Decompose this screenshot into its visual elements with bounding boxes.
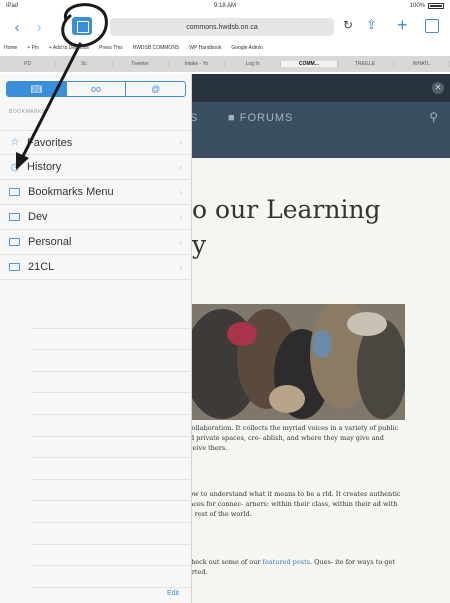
address-bar[interactable]: commons.hwdsb.on.ca [110,18,334,36]
bookmark-item-folder[interactable]: Bookmarks Menu › [0,180,192,205]
sidebar-segmented-control: 📖︎ oo @ [6,81,186,97]
new-tab-button[interactable]: + [397,15,408,36]
favorite-link[interactable]: Press This [99,45,123,51]
book-icon: 📖︎ [30,83,43,94]
chevron-right-icon: › [179,162,182,172]
back-button[interactable]: ‹ [6,20,28,35]
star-icon: ☆ [10,137,20,148]
browser-toolbar: ‹ › commons.hwdsb.on.ca ↻ ⇪ + [0,12,450,42]
chevron-right-icon: › [179,262,182,272]
clock: 9:18 AM [213,3,236,9]
reload-icon[interactable]: ↻ [343,18,353,32]
intro-paragraph: e collaboration. It collects the myriad … [182,424,399,452]
favorite-link[interactable]: + Add to Delicious [49,45,89,51]
shared-links-tab[interactable]: @ [126,82,185,96]
bookmark-item-history[interactable]: ◷ History › [0,155,192,180]
browser-tab[interactable]: TREILLE [338,61,394,67]
folder-icon [9,263,20,271]
forward-button[interactable]: › [28,20,50,35]
status-bar: iPad 9:18 AM 100% [0,0,450,12]
empty-rows [32,307,192,588]
edit-button[interactable]: Edit [167,590,179,597]
cta-paragraph: . Check out some of our featured posts. … [182,558,395,576]
nav-item-forums[interactable]: ■ FORUMS [228,112,293,124]
glasses-icon: oo [91,84,102,94]
browser-tab[interactable]: WHATL [394,61,450,67]
featured-posts-link[interactable]: featured posts [263,558,310,566]
body-paragraph: grow to understand what it means to be a… [182,490,401,518]
page-headline: to our Learning ty [182,195,381,259]
browser-tab-active[interactable]: COMM... [281,61,338,67]
tab-strip: PD Sc Tweeter Intake - Yo Log In COMM...… [0,56,450,72]
bookmarks-sidebar: 📖︎ oo @ BOOKMARKS ☆ Favorites › ◷ Histor… [0,74,192,603]
chevron-right-icon: › [179,212,182,222]
folder-icon [9,213,20,221]
bookmark-item-folder[interactable]: Personal › [0,230,192,255]
tabs-icon[interactable] [425,19,439,33]
chevron-right-icon: › [179,187,182,197]
reading-list-tab[interactable]: oo [67,82,127,96]
search-icon[interactable]: ⚲ [429,110,438,124]
browser-tab[interactable]: Sc [56,61,113,67]
forums-icon: ■ [228,112,236,124]
browser-tab[interactable]: PD [0,61,57,67]
favorite-link[interactable]: HWDSB COMMONS [133,45,180,51]
backpacks-image [182,304,405,420]
hero-photo [182,304,405,420]
browser-tab[interactable]: Tweeter [113,61,169,67]
favorite-link[interactable]: Google Admin [231,45,262,51]
url-text: commons.hwdsb.on.ca [186,23,258,31]
share-icon[interactable]: ⇪ [366,17,377,33]
bookmark-item-folder[interactable]: Dev › [0,205,192,230]
close-icon[interactable]: ✕ [432,82,444,94]
favorite-link[interactable]: Home [4,45,17,51]
chevron-right-icon: › [179,237,182,247]
folder-icon [9,188,20,196]
favorite-link[interactable]: WP Handbook [189,45,221,51]
chevron-right-icon: › [179,138,182,147]
section-label: BOOKMARKS [9,109,46,115]
bookmark-item-favorites[interactable]: ☆ Favorites › [0,130,192,155]
browser-tab[interactable]: Intake - Yo [169,61,225,67]
favorites-bar: Home + Pin + Add to Delicious Press This… [0,42,450,54]
bookmark-list: ☆ Favorites › ◷ History › Bookmarks Menu… [0,130,192,280]
at-icon: @ [151,84,161,94]
bookmark-item-folder[interactable]: 21CL › [0,255,192,280]
clock-icon: ◷ [10,161,20,173]
favorite-link[interactable]: + Pin [27,45,39,51]
bookmarks-tab[interactable]: 📖︎ [7,82,67,96]
bookmarks-icon[interactable] [72,17,92,35]
battery-icon [428,3,444,9]
folder-icon [9,238,20,246]
browser-tab[interactable]: Log In [225,61,282,67]
